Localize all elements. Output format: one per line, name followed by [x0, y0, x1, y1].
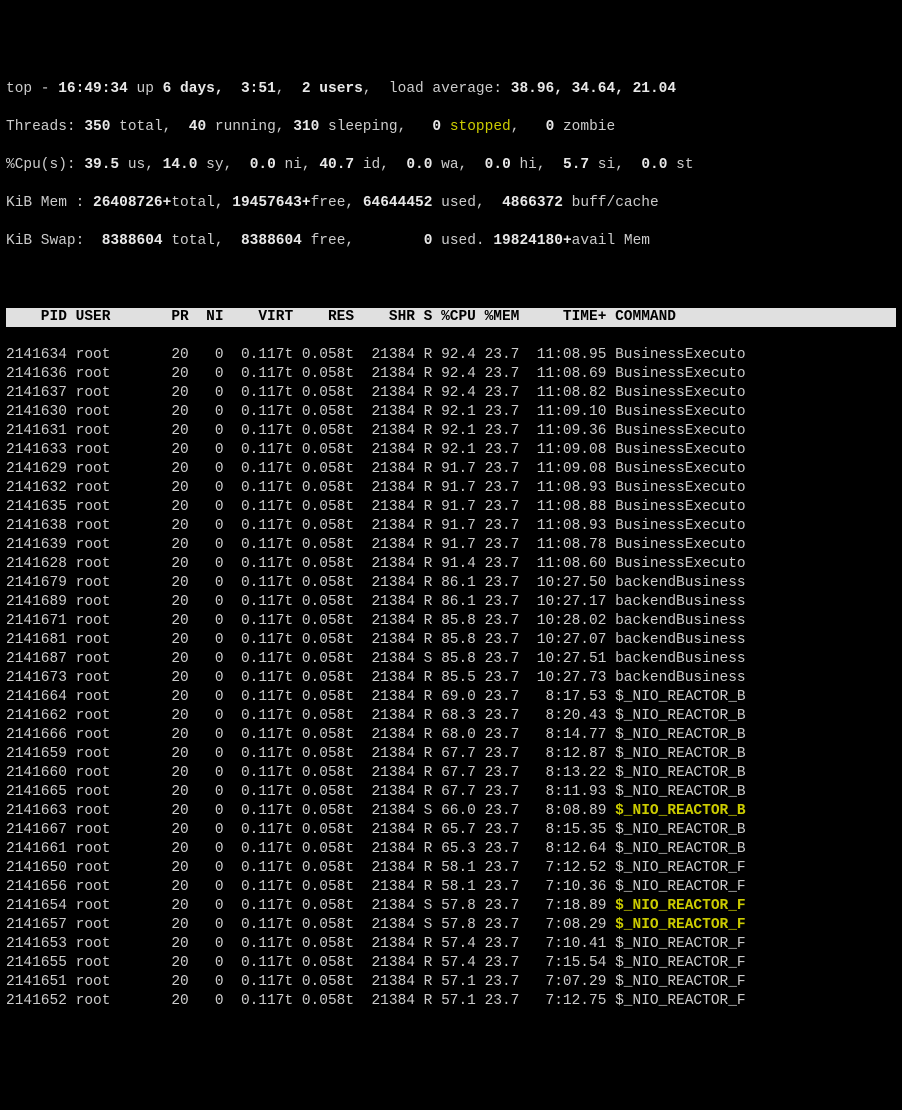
process-list[interactable]: 2141634 root 20 0 0.117t 0.058t 21384 R …: [6, 346, 896, 1011]
process-row[interactable]: 2141681 root 20 0 0.117t 0.058t 21384 R …: [6, 631, 896, 650]
process-row[interactable]: 2141653 root 20 0 0.117t 0.058t 21384 R …: [6, 935, 896, 954]
process-command: BusinessExecuto: [615, 404, 746, 420]
process-command: $_NIO_REACTOR_B: [615, 784, 746, 800]
top-uptime-line: top - 16:49:34 up 6 days, 3:51, 2 users,…: [6, 80, 896, 99]
process-command: $_NIO_REACTOR_B: [615, 841, 746, 857]
process-command: $_NIO_REACTOR_F: [615, 898, 746, 914]
process-command: BusinessExecuto: [615, 480, 746, 496]
process-command: $_NIO_REACTOR_B: [615, 708, 746, 724]
blank-line: [6, 270, 896, 289]
process-row[interactable]: 2141628 root 20 0 0.117t 0.058t 21384 R …: [6, 555, 896, 574]
process-row[interactable]: 2141667 root 20 0 0.117t 0.058t 21384 R …: [6, 821, 896, 840]
process-command: BusinessExecuto: [615, 442, 746, 458]
process-row[interactable]: 2141650 root 20 0 0.117t 0.058t 21384 R …: [6, 859, 896, 878]
process-command: BusinessExecuto: [615, 556, 746, 572]
process-row[interactable]: 2141671 root 20 0 0.117t 0.058t 21384 R …: [6, 612, 896, 631]
process-row[interactable]: 2141659 root 20 0 0.117t 0.058t 21384 R …: [6, 745, 896, 764]
process-command: $_NIO_REACTOR_B: [615, 689, 746, 705]
column-header-row[interactable]: PID USER PR NI VIRT RES SHR S %CPU %MEM …: [6, 308, 896, 327]
process-row[interactable]: 2141689 root 20 0 0.117t 0.058t 21384 R …: [6, 593, 896, 612]
process-command: backendBusiness: [615, 632, 746, 648]
process-row[interactable]: 2141655 root 20 0 0.117t 0.058t 21384 R …: [6, 954, 896, 973]
process-row[interactable]: 2141687 root 20 0 0.117t 0.058t 21384 S …: [6, 650, 896, 669]
process-row[interactable]: 2141654 root 20 0 0.117t 0.058t 21384 S …: [6, 897, 896, 916]
process-command: BusinessExecuto: [615, 366, 746, 382]
process-command: $_NIO_REACTOR_B: [615, 727, 746, 743]
process-row[interactable]: 2141673 root 20 0 0.117t 0.058t 21384 R …: [6, 669, 896, 688]
process-row[interactable]: 2141633 root 20 0 0.117t 0.058t 21384 R …: [6, 441, 896, 460]
top-mem-line: KiB Mem : 26408726+total, 19457643+free,…: [6, 194, 896, 213]
process-row[interactable]: 2141679 root 20 0 0.117t 0.058t 21384 R …: [6, 574, 896, 593]
process-command: $_NIO_REACTOR_F: [615, 955, 746, 971]
process-command: BusinessExecuto: [615, 518, 746, 534]
process-command: backendBusiness: [615, 651, 746, 667]
process-row[interactable]: 2141665 root 20 0 0.117t 0.058t 21384 R …: [6, 783, 896, 802]
process-row[interactable]: 2141662 root 20 0 0.117t 0.058t 21384 R …: [6, 707, 896, 726]
process-row[interactable]: 2141639 root 20 0 0.117t 0.058t 21384 R …: [6, 536, 896, 555]
process-row[interactable]: 2141651 root 20 0 0.117t 0.058t 21384 R …: [6, 973, 896, 992]
process-command: $_NIO_REACTOR_F: [615, 936, 746, 952]
process-row[interactable]: 2141660 root 20 0 0.117t 0.058t 21384 R …: [6, 764, 896, 783]
process-row[interactable]: 2141657 root 20 0 0.117t 0.058t 21384 S …: [6, 916, 896, 935]
process-command: $_NIO_REACTOR_B: [615, 822, 746, 838]
process-command: backendBusiness: [615, 670, 746, 686]
process-command: $_NIO_REACTOR_F: [615, 993, 746, 1009]
process-row[interactable]: 2141664 root 20 0 0.117t 0.058t 21384 R …: [6, 688, 896, 707]
process-command: BusinessExecuto: [615, 385, 746, 401]
process-command: backendBusiness: [615, 594, 746, 610]
process-command: BusinessExecuto: [615, 499, 746, 515]
process-command: backendBusiness: [615, 575, 746, 591]
process-command: BusinessExecuto: [615, 347, 746, 363]
process-command: $_NIO_REACTOR_F: [615, 974, 746, 990]
process-row[interactable]: 2141666 root 20 0 0.117t 0.058t 21384 R …: [6, 726, 896, 745]
process-row[interactable]: 2141631 root 20 0 0.117t 0.058t 21384 R …: [6, 422, 896, 441]
process-command: $_NIO_REACTOR_F: [615, 917, 746, 933]
process-row[interactable]: 2141635 root 20 0 0.117t 0.058t 21384 R …: [6, 498, 896, 517]
top-swap-line: KiB Swap: 8388604 total, 8388604 free, 0…: [6, 232, 896, 251]
top-threads-line: Threads: 350 total, 40 running, 310 slee…: [6, 118, 896, 137]
process-row[interactable]: 2141638 root 20 0 0.117t 0.058t 21384 R …: [6, 517, 896, 536]
process-row[interactable]: 2141630 root 20 0 0.117t 0.058t 21384 R …: [6, 403, 896, 422]
process-command: $_NIO_REACTOR_B: [615, 746, 746, 762]
process-row[interactable]: 2141637 root 20 0 0.117t 0.058t 21384 R …: [6, 384, 896, 403]
process-row[interactable]: 2141634 root 20 0 0.117t 0.058t 21384 R …: [6, 346, 896, 365]
process-row[interactable]: 2141636 root 20 0 0.117t 0.058t 21384 R …: [6, 365, 896, 384]
process-row[interactable]: 2141632 root 20 0 0.117t 0.058t 21384 R …: [6, 479, 896, 498]
process-command: $_NIO_REACTOR_B: [615, 765, 746, 781]
process-command: $_NIO_REACTOR_B: [615, 803, 746, 819]
process-command: BusinessExecuto: [615, 537, 746, 553]
process-row[interactable]: 2141629 root 20 0 0.117t 0.058t 21384 R …: [6, 460, 896, 479]
process-command: BusinessExecuto: [615, 423, 746, 439]
stopped-label: stopped: [450, 119, 511, 135]
top-cpu-line: %Cpu(s): 39.5 us, 14.0 sy, 0.0 ni, 40.7 …: [6, 156, 896, 175]
process-command: BusinessExecuto: [615, 461, 746, 477]
process-command: backendBusiness: [615, 613, 746, 629]
process-row[interactable]: 2141656 root 20 0 0.117t 0.058t 21384 R …: [6, 878, 896, 897]
process-command: $_NIO_REACTOR_F: [615, 860, 746, 876]
process-row[interactable]: 2141663 root 20 0 0.117t 0.058t 21384 S …: [6, 802, 896, 821]
process-command: $_NIO_REACTOR_F: [615, 879, 746, 895]
process-row[interactable]: 2141661 root 20 0 0.117t 0.058t 21384 R …: [6, 840, 896, 859]
process-row[interactable]: 2141652 root 20 0 0.117t 0.058t 21384 R …: [6, 992, 896, 1011]
